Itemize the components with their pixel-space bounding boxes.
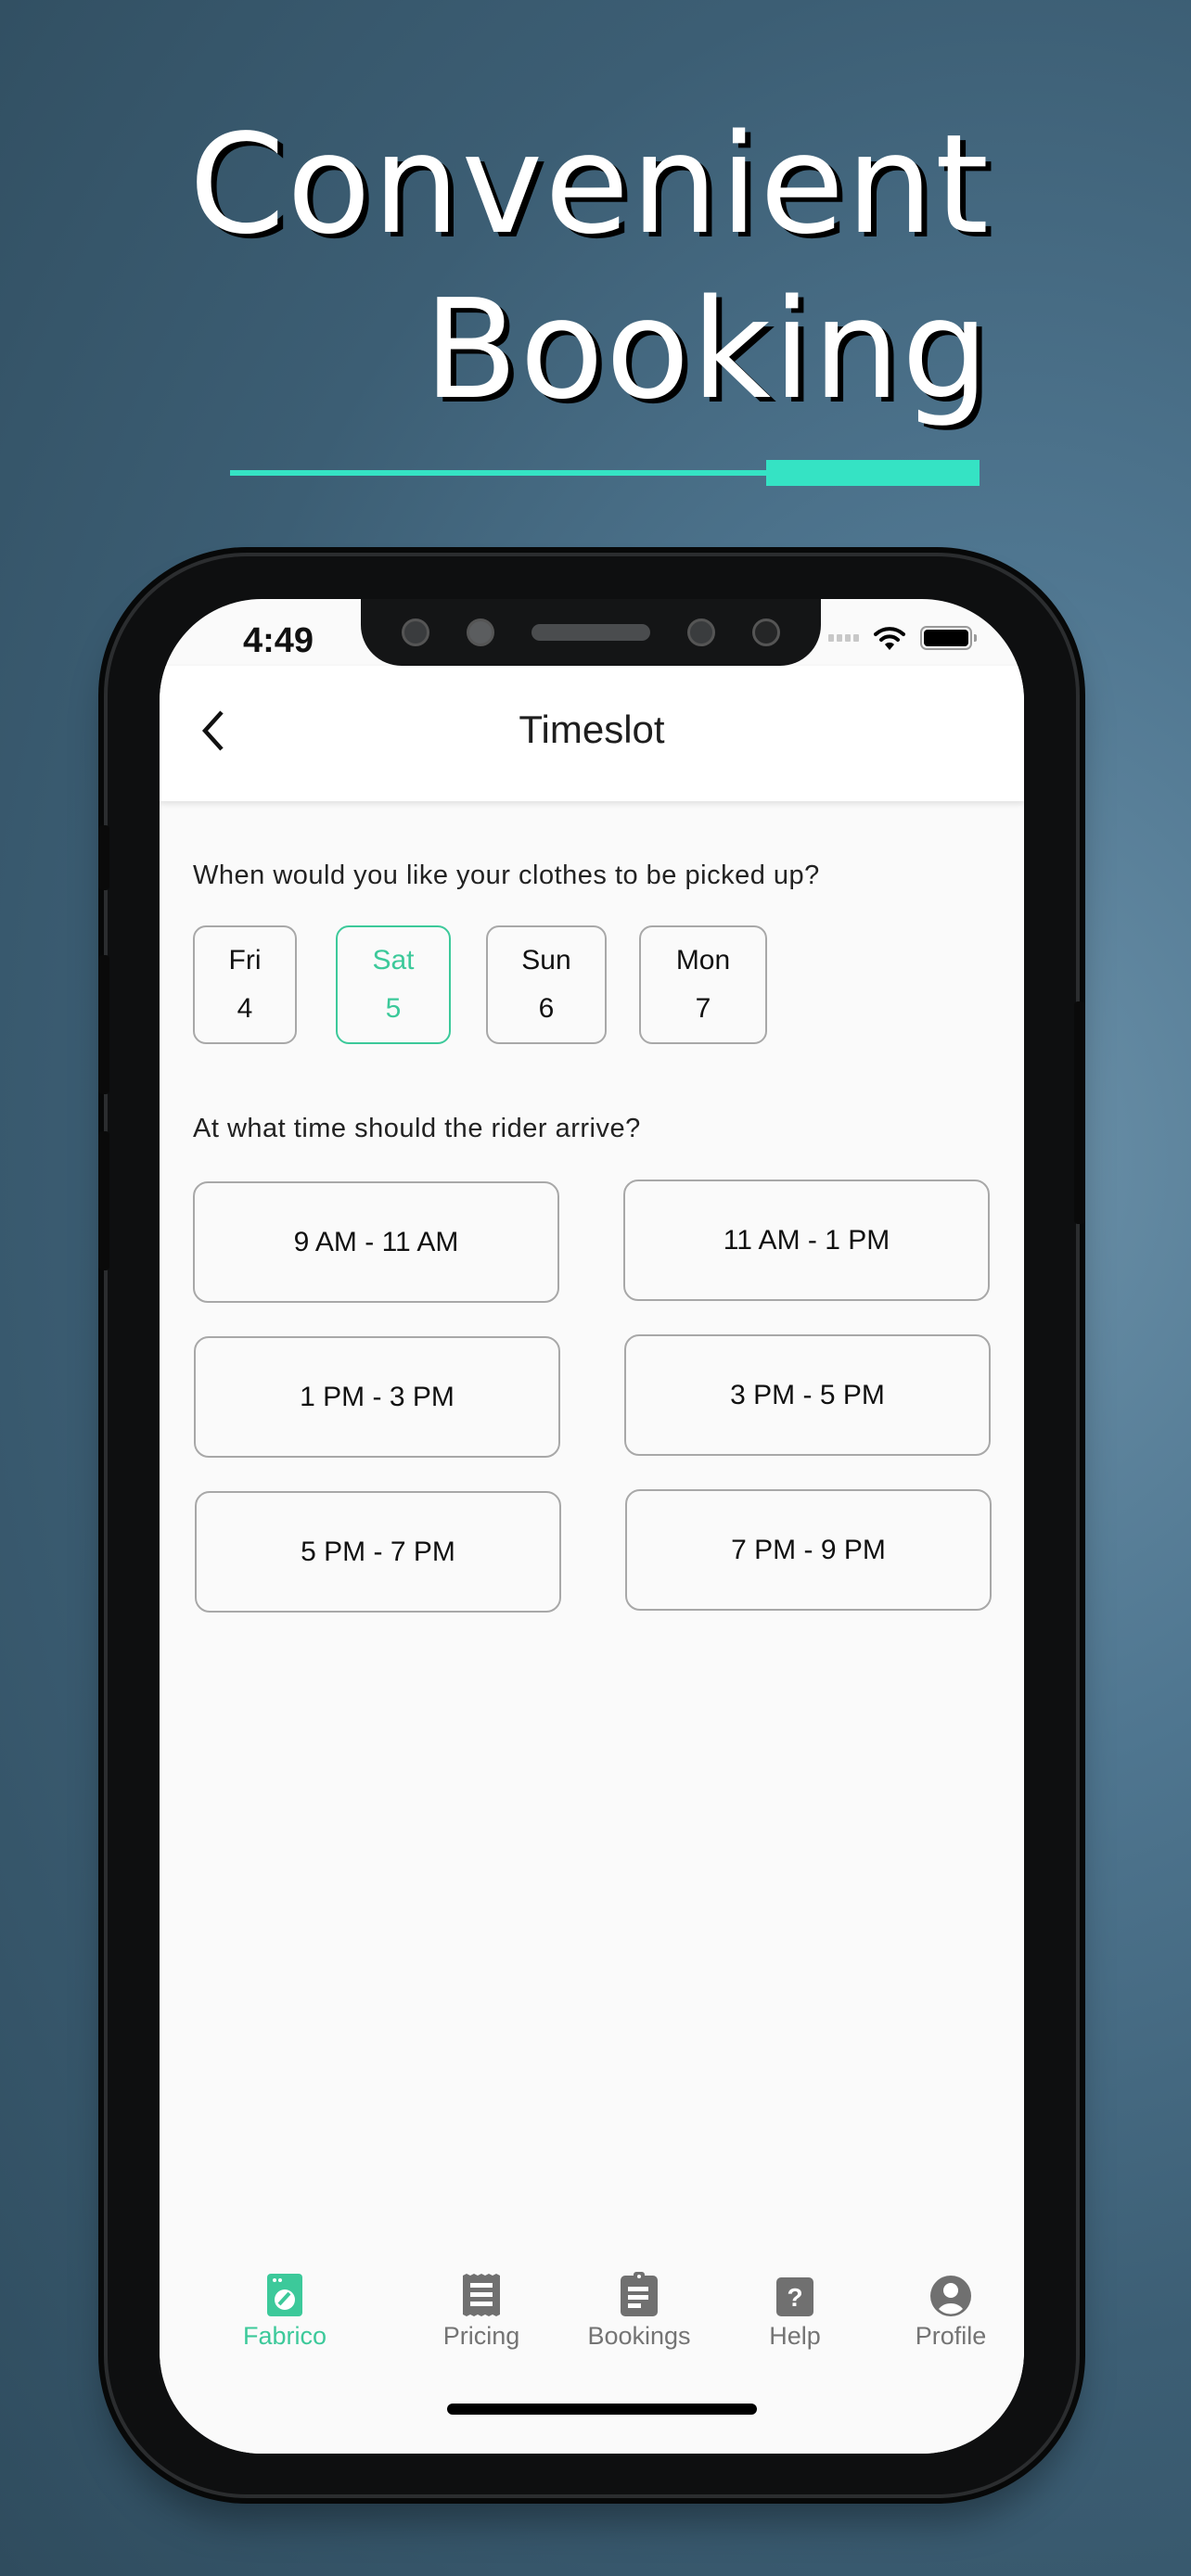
volume-up-button — [98, 955, 109, 1094]
camera-icon — [687, 618, 715, 646]
timeslot-button[interactable]: 9 AM - 11 AM — [193, 1181, 559, 1303]
sensor-icon — [467, 618, 494, 646]
date-chip-sat[interactable]: Sat 5 — [336, 925, 451, 1044]
camera-icon — [402, 618, 429, 646]
headline-line-2: Booking — [423, 270, 991, 429]
tab-help[interactable]: ? Help — [716, 2270, 874, 2351]
tab-fabrico[interactable]: Fabrico — [206, 2270, 364, 2351]
timeslot-label: 11 AM - 1 PM — [723, 1224, 890, 1256]
volume-down-button — [98, 1131, 109, 1270]
help-icon: ? — [776, 2277, 813, 2316]
svg-text:?: ? — [787, 2283, 802, 2312]
clipboard-icon — [621, 2272, 658, 2316]
battery-icon — [920, 626, 977, 650]
date-chip-fri[interactable]: Fri 4 — [193, 925, 297, 1044]
timeslot-label: 5 PM - 7 PM — [301, 1536, 455, 1567]
notch — [361, 599, 821, 666]
date-day: Sun — [521, 945, 571, 976]
page-title: Timeslot — [519, 708, 665, 751]
power-button — [1074, 1001, 1085, 1224]
signal-icon — [828, 634, 859, 642]
profile-icon — [930, 2276, 971, 2316]
date-number: 6 — [538, 993, 555, 1024]
timeslot-label: 7 PM - 9 PM — [731, 1534, 886, 1565]
accent-line — [230, 470, 768, 476]
date-number: 7 — [695, 993, 711, 1024]
timeslot-label: 3 PM - 5 PM — [730, 1379, 885, 1410]
timeslot-button[interactable]: 3 PM - 5 PM — [624, 1334, 991, 1456]
timeslot-label: 9 AM - 11 AM — [293, 1226, 459, 1257]
date-day: Sat — [372, 945, 415, 976]
home-indicator[interactable] — [447, 2404, 757, 2415]
tab-pricing[interactable]: Pricing — [403, 2270, 560, 2351]
sensor-icon — [752, 618, 780, 646]
receipt-icon — [463, 2274, 500, 2316]
tab-profile[interactable]: Profile — [872, 2270, 1024, 2351]
status-icons — [828, 625, 977, 651]
promo-headline: Convenient Booking — [189, 102, 991, 432]
timeslot-button[interactable]: 11 AM - 1 PM — [623, 1180, 990, 1301]
date-day: Fri — [228, 945, 262, 976]
pickup-question: When would you like your clothes to be p… — [193, 861, 820, 890]
timeslot-button[interactable]: 5 PM - 7 PM — [195, 1491, 561, 1613]
phone-frame: 4:49 Timeslot When would you like your c… — [98, 556, 1085, 2494]
tab-bookings[interactable]: Bookings — [560, 2270, 718, 2351]
headline-line-1: Convenient — [188, 105, 991, 264]
bottom-tab-bar: Fabrico Pricing Bookings ? Help Profile — [160, 2231, 1024, 2454]
tab-label: Bookings — [587, 2322, 691, 2350]
wifi-icon — [874, 627, 905, 650]
speaker-grille — [531, 624, 650, 641]
date-number: 4 — [237, 993, 253, 1024]
timeslot-label: 1 PM - 3 PM — [300, 1381, 455, 1412]
tab-label: Profile — [915, 2322, 987, 2350]
date-number: 5 — [385, 993, 402, 1024]
tab-label: Fabrico — [242, 2322, 327, 2350]
washing-machine-icon — [267, 2274, 302, 2316]
app-screen: 4:49 Timeslot When would you like your c… — [160, 599, 1024, 2454]
status-time: 4:49 — [243, 621, 314, 660]
date-chip-mon[interactable]: Mon 7 — [639, 925, 767, 1044]
timeslot-button[interactable]: 1 PM - 3 PM — [194, 1336, 560, 1458]
date-day: Mon — [675, 945, 731, 976]
accent-block — [766, 460, 980, 486]
app-bar: Timeslot — [160, 666, 1024, 801]
silent-switch — [98, 825, 109, 890]
date-chip-sun[interactable]: Sun 6 — [486, 925, 607, 1044]
timeslot-button[interactable]: 7 PM - 9 PM — [625, 1489, 992, 1611]
tab-label: Pricing — [442, 2322, 520, 2350]
tab-label: Help — [769, 2322, 821, 2350]
arrival-question: At what time should the rider arrive? — [193, 1114, 641, 1143]
